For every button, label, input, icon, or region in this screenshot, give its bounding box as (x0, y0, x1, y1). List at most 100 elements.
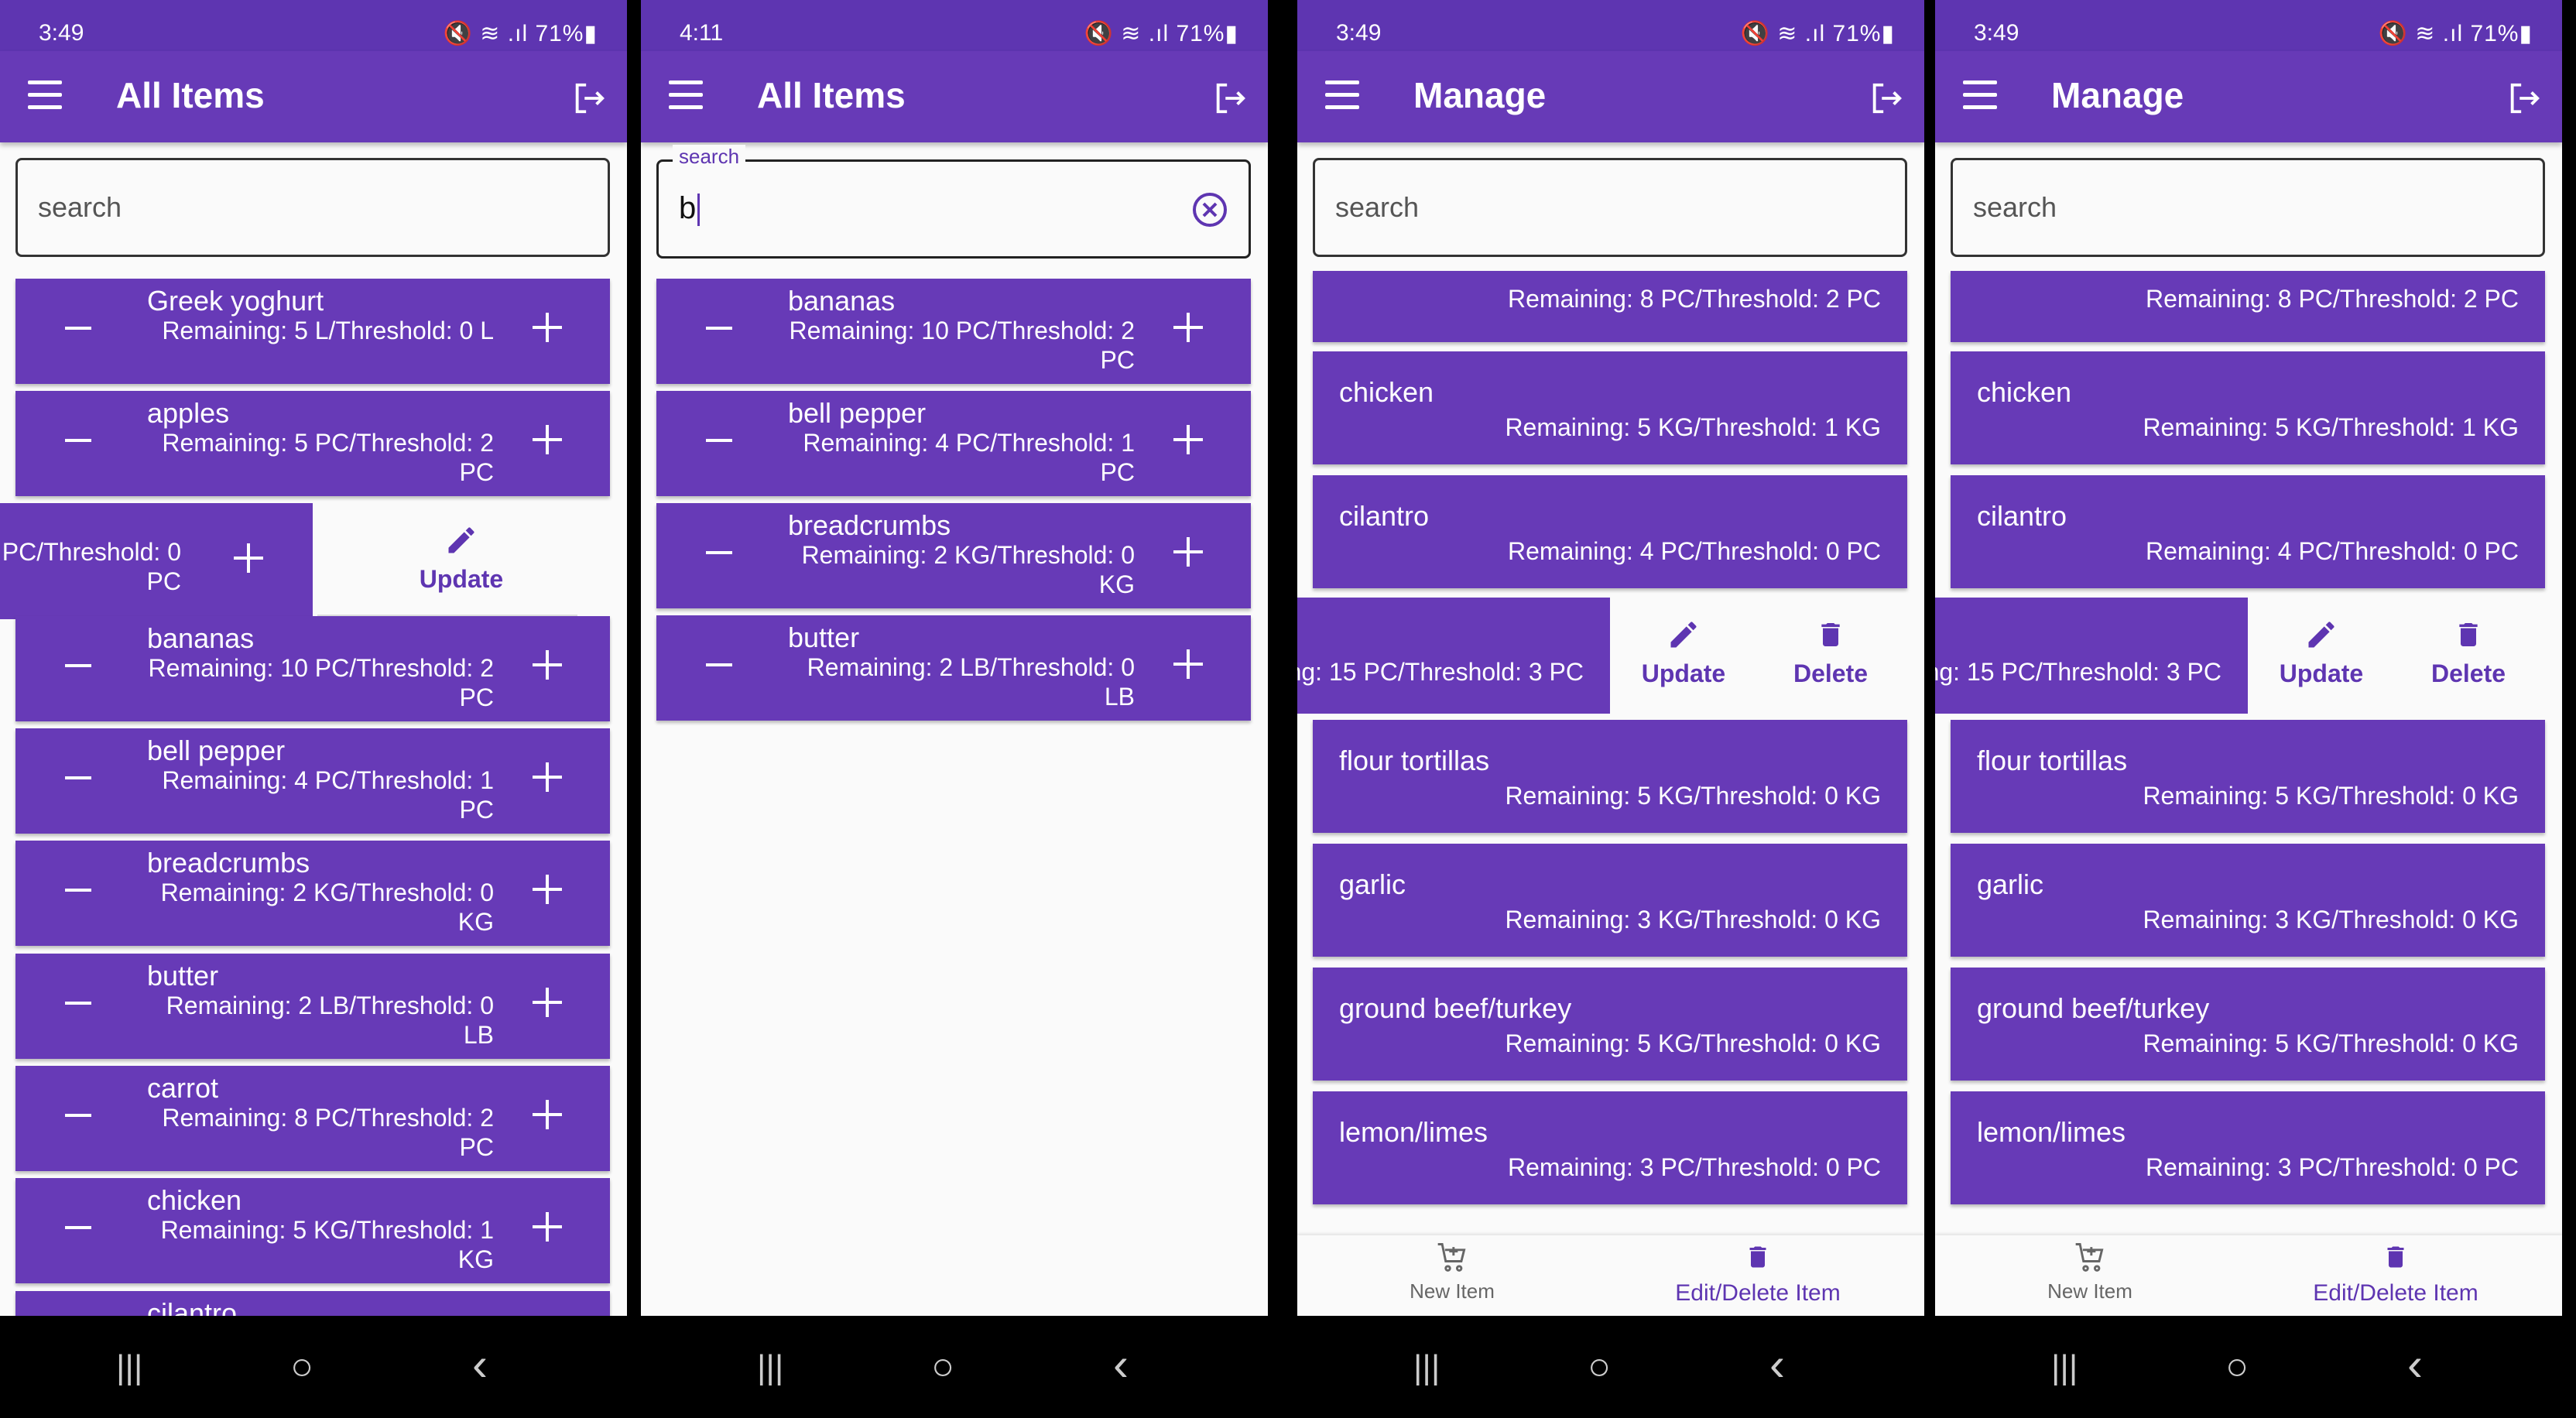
plus-icon[interactable] (1173, 537, 1203, 567)
item-detail: Remaining: 8 PC/Threshold: 2 PC (162, 1104, 494, 1161)
plus-icon[interactable] (533, 313, 562, 342)
status-icons: 🔇 ≋ .ıl 71%▮ (1084, 21, 1238, 46)
item-row[interactable]: cilantro (15, 1291, 610, 1316)
home-icon[interactable]: ○ (931, 1344, 954, 1389)
item-detail: Remaining: 3 KG/Threshold: 0 KG (2143, 906, 2519, 933)
manage-item-row[interactable]: lemon/limes Remaining: 3 PC/Threshold: 0 … (1313, 1091, 1907, 1204)
item-row[interactable]: butter Remaining: 2 LB/Threshold: 0 LB (15, 954, 610, 1059)
menu-icon[interactable] (1325, 80, 1359, 111)
manage-item-row[interactable]: ground beef/turkey Remaining: 5 KG/Thresh… (1951, 968, 2545, 1081)
manage-item-row[interactable]: garlic Remaining: 3 KG/Threshold: 0 KG (1313, 844, 1907, 957)
manage-item-row[interactable]: ground beef/turkey Remaining: 5 KG/Thresh… (1313, 968, 1907, 1081)
minus-icon[interactable] (65, 1226, 91, 1229)
nav-edit-delete-item[interactable]: Edit/Delete Item (1630, 1240, 1886, 1307)
manage-item-row[interactable]: flour tortillas Remaining: 5 KG/Threshold… (1951, 720, 2545, 833)
plus-icon[interactable] (234, 543, 263, 573)
plus-icon[interactable] (1173, 313, 1203, 342)
recents-icon[interactable]: ||| (2051, 1348, 2078, 1387)
search-input[interactable]: search (1951, 158, 2545, 257)
menu-icon[interactable] (28, 80, 62, 111)
manage-item-row[interactable]: lemon/limes Remaining: 3 PC/Threshold: 0 … (1951, 1091, 2545, 1204)
clear-icon[interactable] (1191, 191, 1228, 228)
item-row[interactable]: butter Remaining: 2 LB/Threshold: 0 LB (656, 615, 1251, 721)
back-icon[interactable]: ‹ (472, 1338, 488, 1391)
plus-icon[interactable] (533, 425, 562, 454)
logout-icon[interactable] (2506, 80, 2542, 116)
manage-item-row[interactable]: garlic Remaining: 3 KG/Threshold: 0 KG (1951, 844, 2545, 957)
minus-icon[interactable] (65, 776, 91, 779)
home-icon[interactable]: ○ (2225, 1344, 2249, 1389)
minus-icon[interactable] (706, 439, 732, 442)
logout-icon[interactable] (1212, 80, 1248, 116)
logout-icon[interactable] (571, 80, 607, 116)
nav-label: Edit/Delete Item (1675, 1280, 1841, 1306)
plus-icon[interactable] (1173, 649, 1203, 679)
minus-icon[interactable] (65, 664, 91, 667)
manage-item-row[interactable]: flour tortillas Remaining: 5 KG/Threshold… (1313, 720, 1907, 833)
item-row[interactable]: breadcrumbs Remaining: 2 KG/Threshold: 0 … (656, 503, 1251, 608)
update-button[interactable]: Update (1610, 598, 1757, 714)
manage-item-row[interactable]: chicken Remaining: 5 KG/Threshold: 1 KG (1951, 351, 2545, 464)
plus-icon[interactable] (1173, 425, 1203, 454)
item-name: apples (147, 397, 230, 429)
swiped-row[interactable]: ng: 15 PC/Threshold: 3 PC Update Delete (1297, 598, 1907, 714)
nav-new-item[interactable]: New Item (2028, 1240, 2152, 1303)
minus-icon[interactable] (706, 663, 732, 666)
back-icon[interactable]: ‹ (2407, 1338, 2423, 1391)
item-row[interactable]: carrot Remaining: 8 PC/Threshold: 2 PC (15, 1066, 610, 1171)
minus-icon[interactable] (706, 551, 732, 554)
manage-item-row[interactable]: cilantro Remaining: 4 PC/Threshold: 0 PC (1313, 475, 1907, 588)
delete-button[interactable]: Delete (1757, 598, 1904, 714)
logout-icon[interactable] (1869, 80, 1904, 116)
swiped-row[interactable]: ng: 15 PC/Threshold: 3 PC Update Delete (1935, 598, 2545, 714)
update-button[interactable]: Update (2248, 598, 2395, 714)
item-name: lemon/limes (1977, 1116, 2126, 1148)
minus-icon[interactable] (65, 889, 91, 892)
back-icon[interactable]: ‹ (1113, 1338, 1129, 1391)
back-icon[interactable]: ‹ (1769, 1338, 1785, 1391)
plus-icon[interactable] (533, 875, 562, 904)
delete-button[interactable]: Delete (2395, 598, 2542, 714)
recents-icon[interactable]: ||| (757, 1348, 783, 1387)
item-row[interactable]: Greek yoghurt Remaining: 5 L/Threshold: 0… (15, 279, 610, 384)
minus-icon[interactable] (65, 1002, 91, 1005)
plus-icon[interactable] (533, 650, 562, 680)
home-icon[interactable]: ○ (1588, 1344, 1611, 1389)
home-icon[interactable]: ○ (290, 1344, 313, 1389)
menu-icon[interactable] (669, 80, 703, 111)
update-button[interactable]: Update (317, 503, 605, 619)
search-input[interactable]: search b (656, 145, 1251, 259)
item-row[interactable]: bell pepper Remaining: 4 PC/Threshold: 1 … (656, 391, 1251, 496)
minus-icon[interactable] (706, 327, 732, 330)
nav-edit-delete-item[interactable]: Edit/Delete Item (2268, 1240, 2523, 1307)
minus-icon[interactable] (65, 327, 91, 330)
plus-icon[interactable] (533, 988, 562, 1017)
recents-icon[interactable]: ||| (116, 1348, 142, 1387)
swiped-row[interactable]: PC/Threshold: 0 PC Update (0, 503, 610, 619)
item-row[interactable]: breadcrumbs Remaining: 2 KG/Threshold: 0 … (15, 841, 610, 946)
minus-icon[interactable] (65, 1114, 91, 1117)
app-bar: Manage (1935, 51, 2562, 142)
plus-icon[interactable] (533, 762, 562, 792)
minus-icon[interactable] (65, 439, 91, 442)
manage-item-row[interactable]: Remaining: 8 PC/Threshold: 2 PC (1313, 271, 1907, 342)
plus-icon[interactable] (533, 1212, 562, 1242)
item-row[interactable]: chicken Remaining: 5 KG/Threshold: 1 KG (15, 1178, 610, 1283)
search-input[interactable]: search (15, 158, 610, 257)
status-bar: 3:49 🔇 ≋ .ıl 71%▮ (0, 0, 627, 51)
trash-icon (2268, 1240, 2523, 1280)
item-detail: Remaining: 5 KG/Threshold: 1 KG (1505, 413, 1881, 441)
item-row[interactable]: bananas Remaining: 10 PC/Threshold: 2 PC (656, 279, 1251, 384)
manage-item-row[interactable]: Remaining: 8 PC/Threshold: 2 PC (1951, 271, 2545, 342)
menu-icon[interactable] (1963, 80, 1997, 111)
item-row[interactable]: apples Remaining: 5 PC/Threshold: 2 PC (15, 391, 610, 496)
recents-icon[interactable]: ||| (1413, 1348, 1440, 1387)
nav-new-item[interactable]: New Item (1390, 1240, 1514, 1303)
item-row[interactable]: bell pepper Remaining: 4 PC/Threshold: 1 … (15, 728, 610, 834)
item-row[interactable]: bananas Remaining: 10 PC/Threshold: 2 PC (15, 616, 610, 721)
plus-icon[interactable] (533, 1100, 562, 1129)
manage-item-row[interactable]: cilantro Remaining: 4 PC/Threshold: 0 PC (1951, 475, 2545, 588)
manage-item-row[interactable]: chicken Remaining: 5 KG/Threshold: 1 KG (1313, 351, 1907, 464)
search-input[interactable]: search (1313, 158, 1907, 257)
trash-icon (1630, 1240, 1886, 1280)
